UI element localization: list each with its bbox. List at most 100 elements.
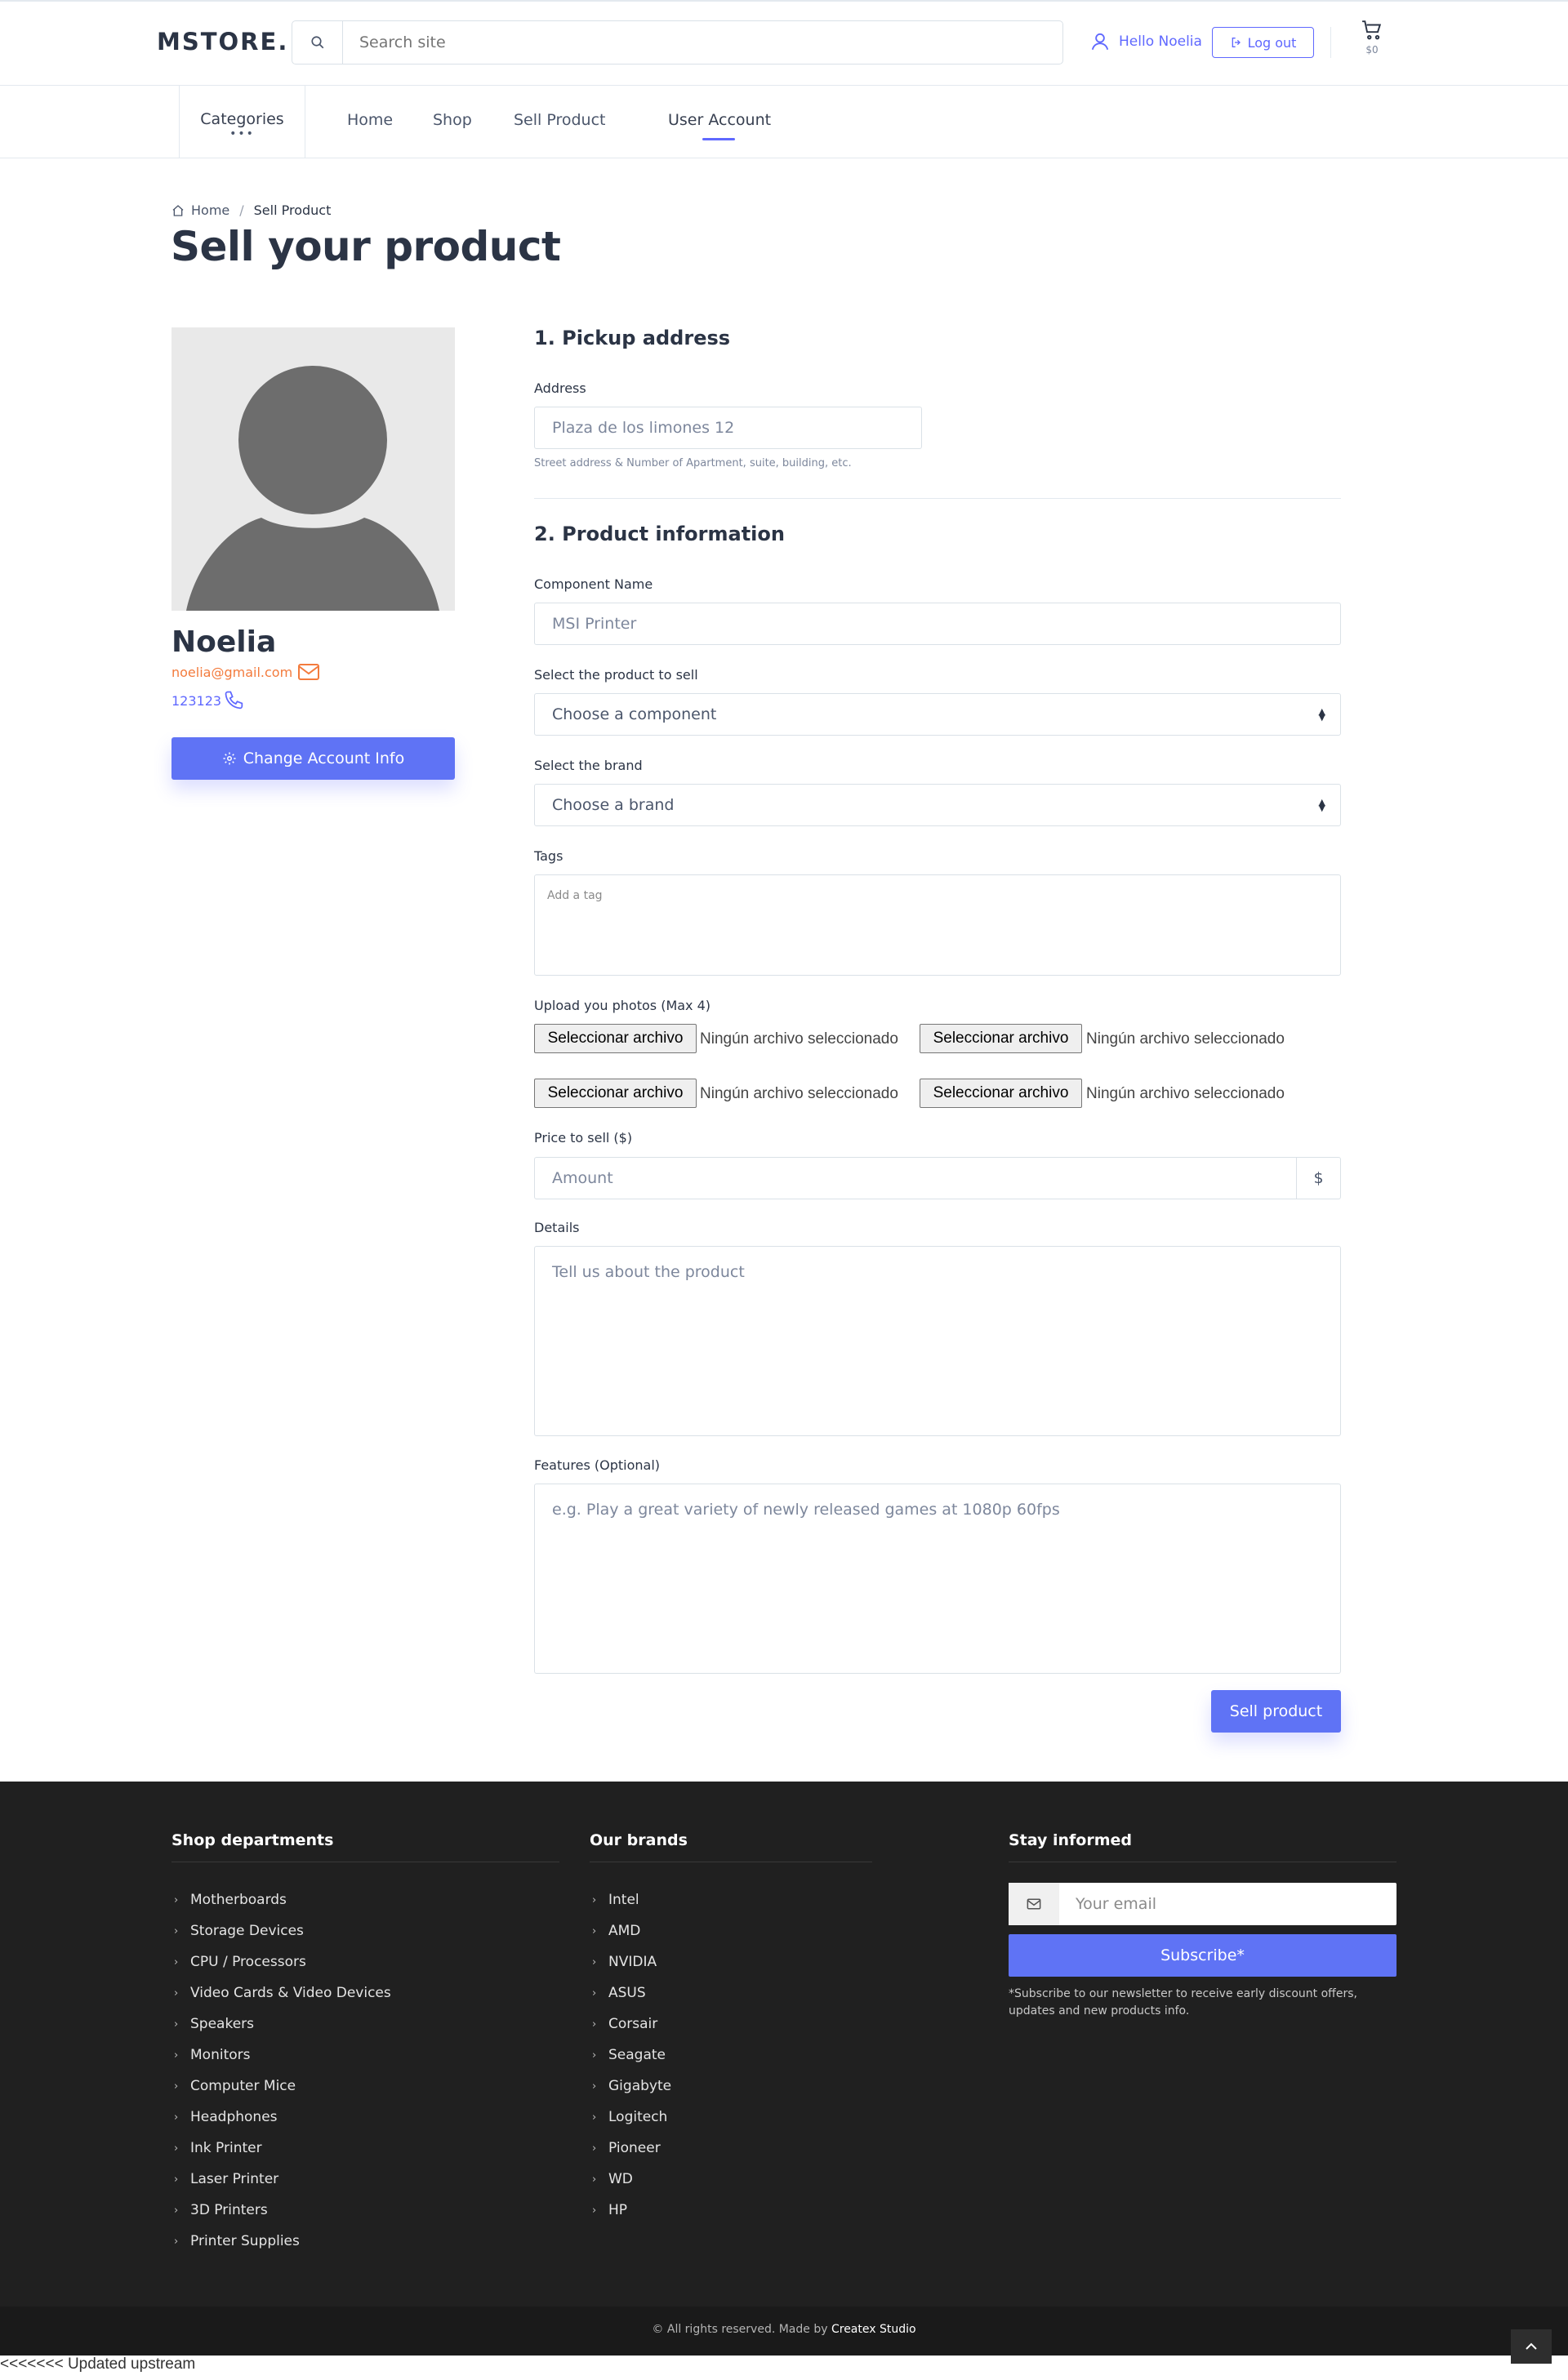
component-name-field[interactable]: MSI Printer (534, 603, 1341, 645)
footer-brand-link[interactable]: › HP (592, 2195, 671, 2226)
chevron-right-icon: › (592, 2142, 597, 2155)
footer-department-link[interactable]: › Video Cards & Video Devices (174, 1977, 391, 2009)
footer-newsletter-title: Stay informed (1009, 1831, 1133, 1849)
chevron-right-icon: › (592, 1986, 597, 2000)
chevron-right-icon: › (174, 2017, 179, 2031)
nav-user-account[interactable]: User Account (668, 111, 771, 129)
footer-brand-link[interactable]: › WD (592, 2164, 671, 2195)
profile-email[interactable]: noelia@gmail.com (172, 665, 292, 680)
brand-label: Corsair (608, 2016, 658, 2032)
profile-phone[interactable]: 123123 (172, 693, 221, 709)
footer-department-link[interactable]: › Motherboards (174, 1884, 391, 1915)
brand-label: WD (608, 2171, 633, 2187)
search-input[interactable] (343, 21, 1062, 64)
chevron-up-icon (1525, 2342, 1538, 2351)
footer-department-link[interactable]: › Monitors (174, 2040, 391, 2071)
gear-icon (222, 751, 237, 766)
department-label: Headphones (190, 2109, 278, 2125)
profile-phone-row: 123123 (172, 689, 246, 712)
logout-button[interactable]: Log out (1212, 27, 1314, 58)
department-label: Computer Mice (190, 2078, 296, 2094)
address-label: Address (534, 380, 586, 396)
file-upload-button-1[interactable]: Seleccionar archivo (534, 1024, 697, 1053)
newsletter-email-placeholder: Your email (1076, 1895, 1156, 1913)
file-upload-button-3[interactable]: Seleccionar archivo (534, 1079, 697, 1108)
categories-menu[interactable]: Categories ••• (179, 86, 305, 158)
profile-email-row: noelia@gmail.com (172, 663, 320, 681)
chevron-right-icon: › (592, 1955, 597, 1969)
mail-icon (1009, 1883, 1059, 1925)
file-upload-button-2[interactable]: Seleccionar archivo (920, 1024, 1082, 1053)
features-textarea[interactable]: e.g. Play a great variety of newly relea… (534, 1484, 1341, 1674)
nav-home[interactable]: Home (347, 111, 393, 129)
footer-brand-link[interactable]: › Gigabyte (592, 2071, 671, 2102)
nav-active-indicator (702, 138, 735, 140)
footer-brand-link[interactable]: › Pioneer (592, 2133, 671, 2164)
chevron-right-icon: › (592, 2173, 597, 2186)
profile-name: Noelia (172, 625, 277, 659)
footer-brand-link[interactable]: › AMD (592, 1915, 671, 1946)
department-label: Video Cards & Video Devices (190, 1985, 391, 2001)
search-bar[interactable] (292, 20, 1063, 65)
chevron-right-icon: › (592, 2017, 597, 2031)
back-to-top-button[interactable] (1511, 2329, 1552, 2364)
chevron-right-icon: › (174, 2111, 179, 2124)
product-select[interactable]: Choose a component ▲ ▼ (534, 693, 1341, 736)
logout-icon (1230, 36, 1243, 49)
photos-label: Upload you photos (Max 4) (534, 998, 711, 1013)
nav-shop[interactable]: Shop (433, 111, 472, 129)
cart-icon (1356, 20, 1388, 41)
department-label: Monitors (190, 2047, 251, 2063)
footer-department-link[interactable]: › Ink Printer (174, 2133, 391, 2164)
chevron-right-icon: › (592, 2204, 597, 2217)
breadcrumb: Home / Sell Product (172, 202, 331, 218)
file-status-2: Ningún archivo seleccionado (1086, 1030, 1285, 1048)
cart-button[interactable]: $0 (1356, 20, 1388, 56)
chevron-right-icon: › (174, 2142, 179, 2155)
logo[interactable]: MSTORE. (157, 28, 288, 56)
user-icon (1089, 31, 1111, 52)
tags-input[interactable]: Add a tag (534, 874, 1341, 976)
footer-brands-title: Our brands (590, 1831, 688, 1849)
subscribe-button[interactable]: Subscribe* (1009, 1934, 1396, 1977)
footer-department-link[interactable]: › Headphones (174, 2102, 391, 2133)
price-input[interactable]: Amount (534, 1157, 1297, 1199)
footer-departments-title: Shop departments (172, 1831, 334, 1849)
footer-department-link[interactable]: › Computer Mice (174, 2071, 391, 2102)
change-account-info-button[interactable]: Change Account Info (172, 737, 455, 780)
features-label: Features (Optional) (534, 1457, 661, 1473)
file-status-4: Ningún archivo seleccionado (1086, 1085, 1285, 1102)
footer-brand-link[interactable]: › Intel (592, 1884, 671, 1915)
footer-department-link[interactable]: › Laser Printer (174, 2164, 391, 2195)
search-icon[interactable] (292, 21, 343, 64)
price-label: Price to sell ($) (534, 1130, 633, 1146)
footer-department-link[interactable]: › CPU / Processors (174, 1946, 391, 1977)
breadcrumb-home[interactable]: Home (191, 202, 229, 218)
footer-department-link[interactable]: › Speakers (174, 2009, 391, 2040)
nav-sell-product[interactable]: Sell Product (514, 111, 606, 129)
features-placeholder: e.g. Play a great variety of newly relea… (552, 1501, 1060, 1519)
brand-label: Seagate (608, 2047, 666, 2063)
logout-label: Log out (1247, 34, 1297, 51)
footer-brand-link[interactable]: › ASUS (592, 1977, 671, 2009)
department-label: Motherboards (190, 1892, 287, 1908)
footer-department-link[interactable]: › Printer Supplies (174, 2226, 391, 2257)
studio-link[interactable]: Createx Studio (831, 2323, 916, 2336)
details-textarea[interactable]: Tell us about the product (534, 1246, 1341, 1436)
footer-brand-link[interactable]: › Seagate (592, 2040, 671, 2071)
footer-brand-link[interactable]: › Corsair (592, 2009, 671, 2040)
footer-brand-link[interactable]: › NVIDIA (592, 1946, 671, 1977)
newsletter-email-field[interactable]: Your email (1009, 1883, 1396, 1925)
brand-select[interactable]: Choose a brand ▲ ▼ (534, 784, 1341, 826)
merge-conflict-text: <<<<<<< Updated upstream (0, 2356, 196, 2373)
address-field[interactable]: Plaza de los limones 12 (534, 407, 922, 449)
footer-brand-link[interactable]: › Logitech (592, 2102, 671, 2133)
chevron-right-icon: › (592, 2111, 597, 2124)
file-upload-button-4[interactable]: Seleccionar archivo (920, 1079, 1082, 1108)
cart-amount: $0 (1365, 44, 1379, 56)
user-greeting[interactable]: Hello Noelia (1089, 31, 1202, 52)
sell-product-button[interactable]: Sell product (1211, 1690, 1341, 1733)
footer-department-link[interactable]: › Storage Devices (174, 1915, 391, 1946)
footer-department-link[interactable]: › 3D Printers (174, 2195, 391, 2226)
chevron-right-icon: › (174, 1893, 179, 1906)
